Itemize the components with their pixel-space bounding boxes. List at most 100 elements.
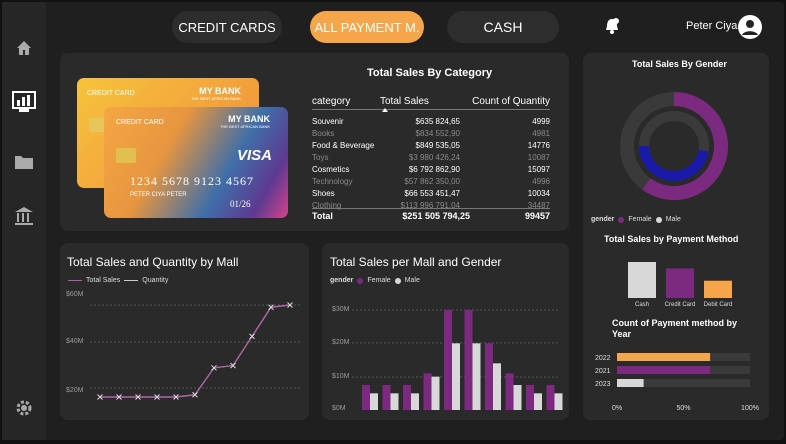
bar-female — [526, 385, 534, 410]
bar-male — [390, 393, 399, 410]
gender-chart-title: Total Sales By Gender — [632, 59, 727, 69]
table-row[interactable]: Food & Beverage $849 535,05 14776 — [312, 139, 550, 151]
tab-all-payment[interactable]: ALL PAYMENT M. — [310, 11, 424, 43]
header-total-sales[interactable]: Total Sales — [380, 96, 440, 107]
bar-female — [362, 385, 370, 410]
header-category[interactable]: category — [312, 96, 380, 107]
bar-female — [423, 373, 432, 410]
legend-title: gender — [591, 216, 615, 223]
legend-female-dot — [357, 277, 364, 284]
bar-female — [505, 373, 514, 410]
category-table-total: Total $251 505 794,25 99457 — [312, 208, 550, 221]
tab-credit-cards[interactable]: CREDIT CARDS — [172, 11, 282, 43]
year-label: 2021 — [595, 368, 611, 375]
bar-female — [382, 385, 391, 410]
home-icon[interactable] — [12, 36, 36, 60]
legend-male: Male — [404, 277, 420, 284]
tab-cash[interactable]: CASH — [447, 11, 559, 43]
table-cell-category: Cosmetics — [312, 164, 350, 174]
table-row[interactable]: Souvenir $635 824,65 4999 — [312, 115, 550, 127]
table-row[interactable]: Toys $3 980 426,24 10087 — [312, 151, 550, 163]
legend-female: Female — [367, 277, 391, 284]
table-row[interactable]: Technology $57 862 350,00 4996 — [312, 175, 550, 187]
settings-icon[interactable] — [12, 396, 36, 420]
card-tagline: THE BEST AFRICAN BANK — [191, 96, 241, 101]
gender-mall-title: Total Sales per Mall and Gender — [330, 255, 502, 269]
table-cell-sales: $6 792 862,90 — [408, 164, 460, 174]
year-bar — [617, 379, 644, 387]
year-tick: 100% — [741, 405, 759, 412]
folder-icon[interactable] — [12, 150, 36, 174]
year-bar — [617, 353, 711, 361]
dashboard-icon[interactable] — [12, 90, 36, 114]
legend-male-dot — [394, 277, 401, 284]
table-cell-category: Shoes — [312, 188, 335, 198]
payment-method-chart: Cash Credit Card Debit Card — [628, 262, 733, 308]
table-cell-category: Books — [312, 128, 335, 138]
table-cell-sales: $834 552,90 — [415, 128, 461, 138]
donut-male-slice — [639, 145, 709, 181]
card-tagline: THE BEST AFRICAN BANK — [220, 124, 270, 129]
mall-chart-legend: Total Sales Quantity — [68, 277, 168, 284]
card-bank: MY BANK — [199, 86, 241, 96]
year-bar — [617, 366, 711, 374]
payment-label: Cash — [635, 302, 649, 308]
card-number: 1234 5678 9123 4567 — [130, 174, 254, 188]
legend-title: gender — [330, 277, 354, 284]
notification-bell-icon[interactable] — [604, 17, 620, 40]
mall-line-chart — [90, 302, 300, 400]
payment-label: Credit Card — [665, 302, 696, 308]
bar-male — [370, 393, 378, 410]
table-cell-category: Technology — [312, 176, 353, 186]
table-cell-sales: $3 980 426,24 — [408, 152, 460, 162]
line-quantity — [100, 304, 291, 398]
table-cell-qty: 4996 — [532, 176, 550, 186]
bar-female — [546, 385, 555, 410]
card-label: CREDIT CARD — [116, 119, 164, 126]
payment-bar — [704, 280, 732, 298]
line-point — [249, 333, 255, 340]
table-cell-sales: $635 824,65 — [415, 116, 461, 126]
table-cell-sales: $57 862 350,00 — [404, 176, 460, 186]
sidebar — [2, 2, 46, 440]
category-table-body: Souvenir $635 824,65 4999 Books $834 552,90 4… — [312, 115, 550, 211]
gender-legend: gender Female Male — [591, 216, 681, 223]
bar-female — [403, 385, 411, 410]
table-row[interactable]: Books $834 552,90 4981 — [312, 127, 550, 139]
bar-male — [431, 376, 440, 410]
card-label: CREDIT CARD — [87, 90, 135, 97]
table-row[interactable]: Cosmetics $6 792 862,90 15097 — [312, 163, 550, 175]
bank-icon[interactable] — [12, 204, 36, 228]
total-qty: 99457 — [524, 211, 550, 221]
table-cell-qty: 14776 — [527, 140, 550, 150]
mall-chart-title: Total Sales and Quantity by Mall — [67, 255, 239, 269]
user-name: Peter Ciya — [686, 20, 738, 32]
payment-label: Debit Card — [704, 302, 733, 308]
table-row[interactable]: Shoes $66 553 451,47 10034 — [312, 187, 550, 199]
legend-male-dot — [655, 216, 662, 223]
gender-mall-bar-chart — [352, 309, 563, 410]
gender-donut-chart — [620, 92, 728, 200]
table-cell-category: Souvenir — [312, 116, 344, 126]
table-cell-sales: $849 535,05 — [415, 140, 461, 150]
card-chip-icon — [116, 148, 136, 163]
credit-card-front: CREDIT CARD MY BANK THE BEST AFRICAN BAN… — [104, 107, 288, 218]
year-label: 2022 — [595, 355, 611, 362]
bar-male — [554, 393, 563, 410]
table-cell-category: Toys — [312, 152, 329, 162]
payment-bar — [666, 268, 694, 298]
visa-logo: VISA — [236, 147, 272, 164]
year-label: 2023 — [595, 381, 611, 388]
bar-male — [513, 385, 522, 410]
header-count-quantity[interactable]: Count of Quantity — [440, 96, 550, 107]
category-table-title: Total Sales By Category — [367, 67, 493, 79]
line-total-sales — [100, 304, 291, 398]
gender-mall-legend: gender Female Male — [330, 277, 420, 284]
year-tick: 50% — [676, 405, 690, 412]
table-cell-qty: 4981 — [532, 128, 550, 138]
sort-arrow-icon — [382, 108, 388, 112]
year-tick: 0% — [612, 405, 622, 412]
payment-chart-title: Total Sales by Payment Method — [604, 234, 739, 244]
legend-sales-line — [68, 280, 82, 281]
avatar[interactable] — [738, 15, 762, 44]
